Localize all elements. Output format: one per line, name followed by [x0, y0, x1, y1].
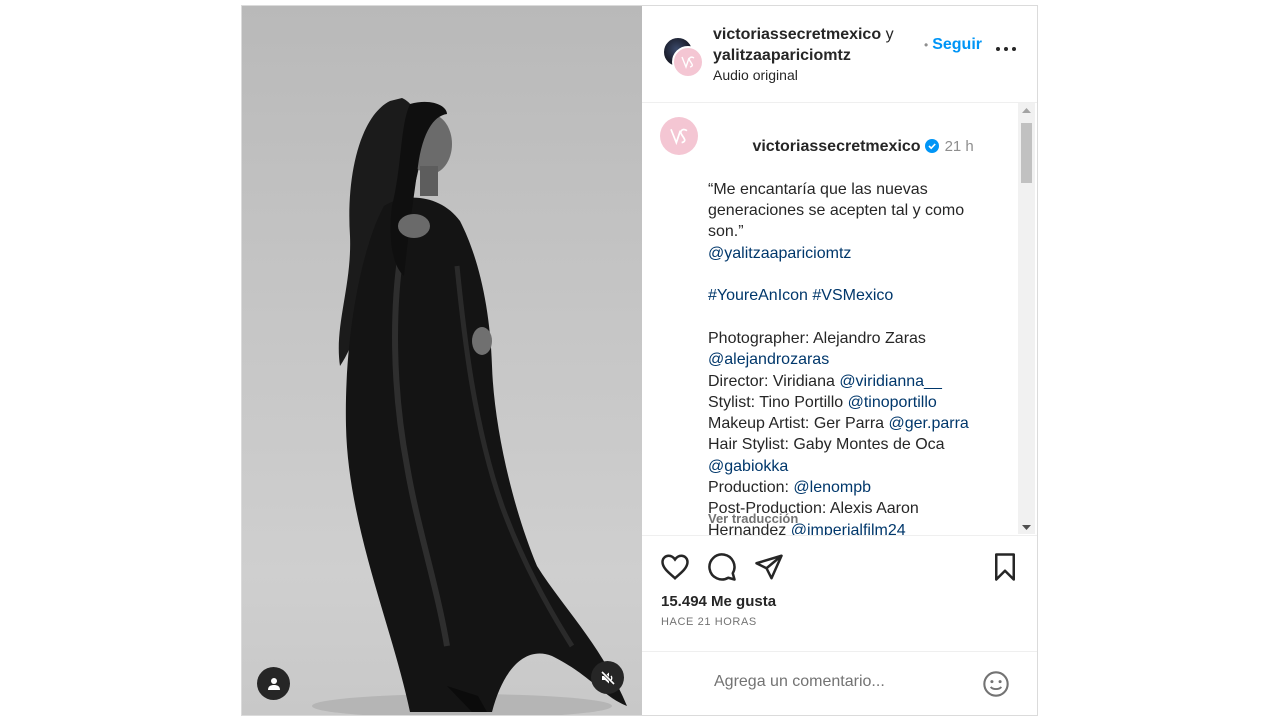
caption-quote-line-3: son.” — [708, 223, 744, 241]
user-tag-icon — [267, 677, 280, 690]
mention-link[interactable]: @tinoportillo — [848, 394, 937, 411]
mention-link[interactable]: @lenompb — [793, 479, 871, 496]
user-tag-button[interactable] — [257, 667, 290, 700]
caption-username[interactable]: victoriassecretmexico — [752, 138, 920, 155]
caption-quote-line-2: generaciones se acepten tal y como — [708, 202, 965, 220]
instagram-post: victoriassecretmexico y yalitzaapariciom… — [241, 5, 1038, 716]
follow-label: Seguir — [932, 36, 982, 53]
comments-area[interactable]: victoriassecretmexico 21 h “Me encantaría… — [642, 103, 1037, 535]
header-conjunction: y — [885, 26, 894, 43]
credit-photographer: Photographer: Alejandro Zaras — [708, 329, 926, 347]
caption-text: victoriassecretmexico 21 h “Me encantaría… — [708, 115, 1008, 535]
comment-bubble-icon[interactable] — [707, 552, 737, 582]
follow-separator-dot: • — [924, 38, 929, 52]
post-media[interactable] — [242, 6, 642, 715]
likes-count[interactable]: 15.494 Me gusta — [661, 593, 776, 610]
speaker-muted-icon — [600, 670, 615, 685]
avatar-vs-logo — [672, 46, 704, 78]
credit-stylist: Stylist: Tino Portillo — [708, 393, 848, 411]
mention-link[interactable]: @imperialfilm24 — [791, 522, 906, 535]
caption-time[interactable]: 21 h — [945, 138, 974, 155]
post-side-panel: victoriassecretmexico y yalitzaapariciom… — [642, 6, 1037, 715]
credit-hair: Hair Stylist: Gaby Montes de Oca — [708, 436, 945, 454]
credit-production: Production: — [708, 479, 794, 497]
comments-scrollbar[interactable] — [1018, 103, 1035, 534]
more-dots-icon[interactable] — [994, 42, 1018, 56]
collab-avatars[interactable] — [662, 36, 704, 78]
vs-logo-icon — [681, 56, 695, 70]
post-header: victoriassecretmexico y yalitzaapariciom… — [642, 6, 1037, 103]
header-title: victoriassecretmexico y yalitzaapariciom… — [713, 24, 894, 66]
heart-icon[interactable] — [660, 552, 690, 582]
bookmark-icon[interactable] — [990, 552, 1020, 582]
mention-link[interactable]: @viridianna__ — [839, 373, 942, 390]
see-translation-link[interactable]: Ver traducción — [708, 511, 798, 526]
verified-badge-icon — [924, 139, 939, 154]
audio-label[interactable]: Audio original — [713, 67, 798, 83]
mute-button[interactable] — [591, 661, 624, 694]
credit-makeup: Makeup Artist: Ger Parra — [708, 415, 889, 433]
credit-director: Director: Viridiana — [708, 372, 840, 390]
emoji-icon[interactable] — [982, 670, 1010, 698]
paper-plane-icon[interactable] — [754, 552, 784, 582]
hashtag-link[interactable]: #YoureAnIcon — [708, 287, 808, 304]
mention-link[interactable]: @yalitzaapariciomtz — [708, 245, 851, 262]
header-username-1[interactable]: victoriassecretmexico — [713, 26, 881, 43]
comment-input[interactable] — [712, 672, 966, 692]
vs-logo-icon — [670, 128, 688, 146]
caption-quote-line-1: “Me encantaría que las nuevas — [708, 180, 928, 198]
scroll-down-arrow-icon[interactable] — [1018, 520, 1035, 534]
post-timestamp[interactable]: HACE 21 HORAS — [661, 616, 757, 628]
post-photo — [312, 98, 627, 715]
mention-link[interactable]: @alejandrozaras — [708, 351, 829, 368]
post-actions: 15.494 Me gusta HACE 21 HORAS — [642, 535, 1037, 656]
add-comment-bar — [642, 651, 1037, 715]
follow-button[interactable]: • Seguir — [924, 36, 982, 54]
caption-avatar[interactable] — [660, 117, 698, 155]
header-username-2[interactable]: yalitzaapariciomtz — [713, 47, 851, 64]
scrollbar-thumb[interactable] — [1021, 123, 1032, 183]
hashtag-link[interactable]: #VSMexico — [812, 287, 893, 304]
mention-link[interactable]: @gabiokka — [708, 458, 788, 475]
scroll-up-arrow-icon[interactable] — [1018, 103, 1035, 117]
mention-link[interactable]: @ger.parra — [889, 415, 969, 432]
